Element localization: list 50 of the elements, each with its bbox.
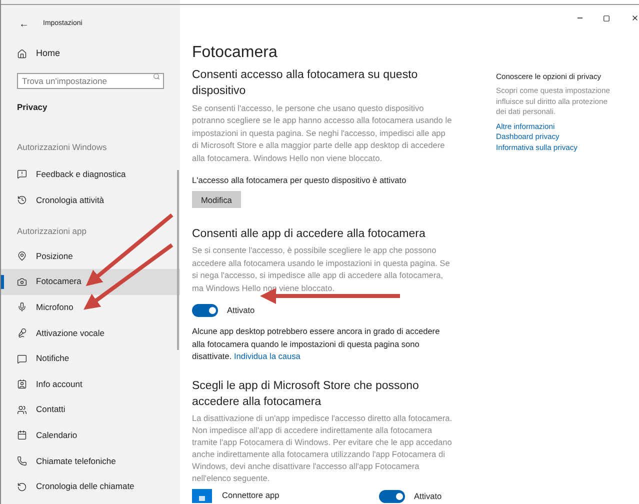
- contact-card-icon: [17, 379, 27, 390]
- microphone-icon: [17, 302, 27, 312]
- history-icon: [17, 194, 27, 205]
- back-button[interactable]: ←: [19, 17, 29, 32]
- app-name: Connettore app: [222, 489, 280, 502]
- microphone-icon: [17, 328, 27, 338]
- description: Se consenti l'accesso, le persone che usano questo dispositivo potranno scegliere se le app hanno accesso alla fotocamera usando le impostazioni in questa pagina. Se neghi l'accesso, impedisci alle app di Microsoft Store e alla maggior parte delle app desktop di accedere alla fotocamera. Windows Hello non viene bloccato.: [192, 102, 453, 164]
- group-heading: Autorizzazioni app: [16, 224, 88, 238]
- nav-item[interactable]: Chiamate telefoniche: [1, 448, 180, 474]
- section-heading: Scegli le app di Microsoft Store che possono accedere alla fotocamera: [192, 379, 420, 410]
- section-heading: Consenti accesso alla fotocamera su questo dispositivo: [192, 68, 419, 99]
- nav-item[interactable]: Fotocamera: [1, 269, 180, 295]
- page-title: Fotocamera: [192, 43, 278, 63]
- description: La disattivazione di un'app impedisce l'accesso diretto alla fotocamera. Non impedisce all'app di accedere indirettamente alla fotocamera tramite l'app Fotocamera di Windows. Per evitare che le app accedano anche indirettamente alla fotocamera utilizzando l'app Fotocamera di Windows, devi anche disattivare l'accesso all'app Fotocamera nell'elenco seguente.: [192, 412, 454, 484]
- home-icon: [17, 49, 27, 59]
- toggle-switch[interactable]: [192, 304, 218, 318]
- nav-item[interactable]: Notifiche: [1, 346, 180, 372]
- location-pin-icon: [17, 251, 27, 262]
- phone-icon: [17, 456, 27, 466]
- search-icon: [153, 72, 160, 80]
- modify-button[interactable]: Modifica: [192, 191, 241, 208]
- nav-item[interactable]: Microfono: [1, 294, 180, 320]
- camera-icon: [17, 276, 27, 287]
- people-icon: [17, 404, 27, 415]
- status-text: L'accesso alla fotocamera per questo dispositivo è attivato: [192, 174, 408, 186]
- note-text: Alcune app desktop potrebbero essere ancora in grado di accedere alla fotocamera quando le impostazioni di questa pagina sono disattivate. Individua la causa: [192, 325, 441, 362]
- section-title: Privacy: [16, 101, 48, 114]
- feedback-icon: [17, 169, 27, 180]
- nav-item[interactable]: Posizione: [1, 243, 180, 270]
- nav-item[interactable]: Feedback e diagnostica: [1, 162, 180, 188]
- home-link[interactable]: Home: [1, 44, 180, 64]
- group-heading: Autorizzazioni Windows: [16, 140, 108, 154]
- toggle-label: Attivato: [414, 490, 443, 503]
- nav-item[interactable]: Cronologia attività: [1, 187, 180, 213]
- calendar-icon: [17, 430, 27, 440]
- toggle-label: Attivato: [227, 304, 255, 317]
- help-link[interactable]: Individua la causa: [234, 350, 300, 361]
- section-heading: Consenti alle app di accedere alla fotocamera: [192, 227, 426, 242]
- toggle-switch[interactable]: [379, 490, 405, 503]
- close-icon: [631, 14, 639, 22]
- nav-item[interactable]: Calendario: [1, 422, 180, 448]
- nav-item[interactable]: Info account: [1, 371, 180, 397]
- maximize-icon: [602, 14, 610, 22]
- scrollbar[interactable]: [177, 170, 179, 350]
- speech-bubble-icon: [17, 354, 27, 364]
- nav-item[interactable]: Cronologia delle chiamate: [1, 474, 180, 500]
- nav-item[interactable]: Attivazione vocale: [1, 320, 180, 346]
- search-field[interactable]: Trova un'impostazione: [17, 73, 164, 89]
- nav-item[interactable]: Contatti: [1, 397, 180, 423]
- history-icon: [17, 482, 27, 492]
